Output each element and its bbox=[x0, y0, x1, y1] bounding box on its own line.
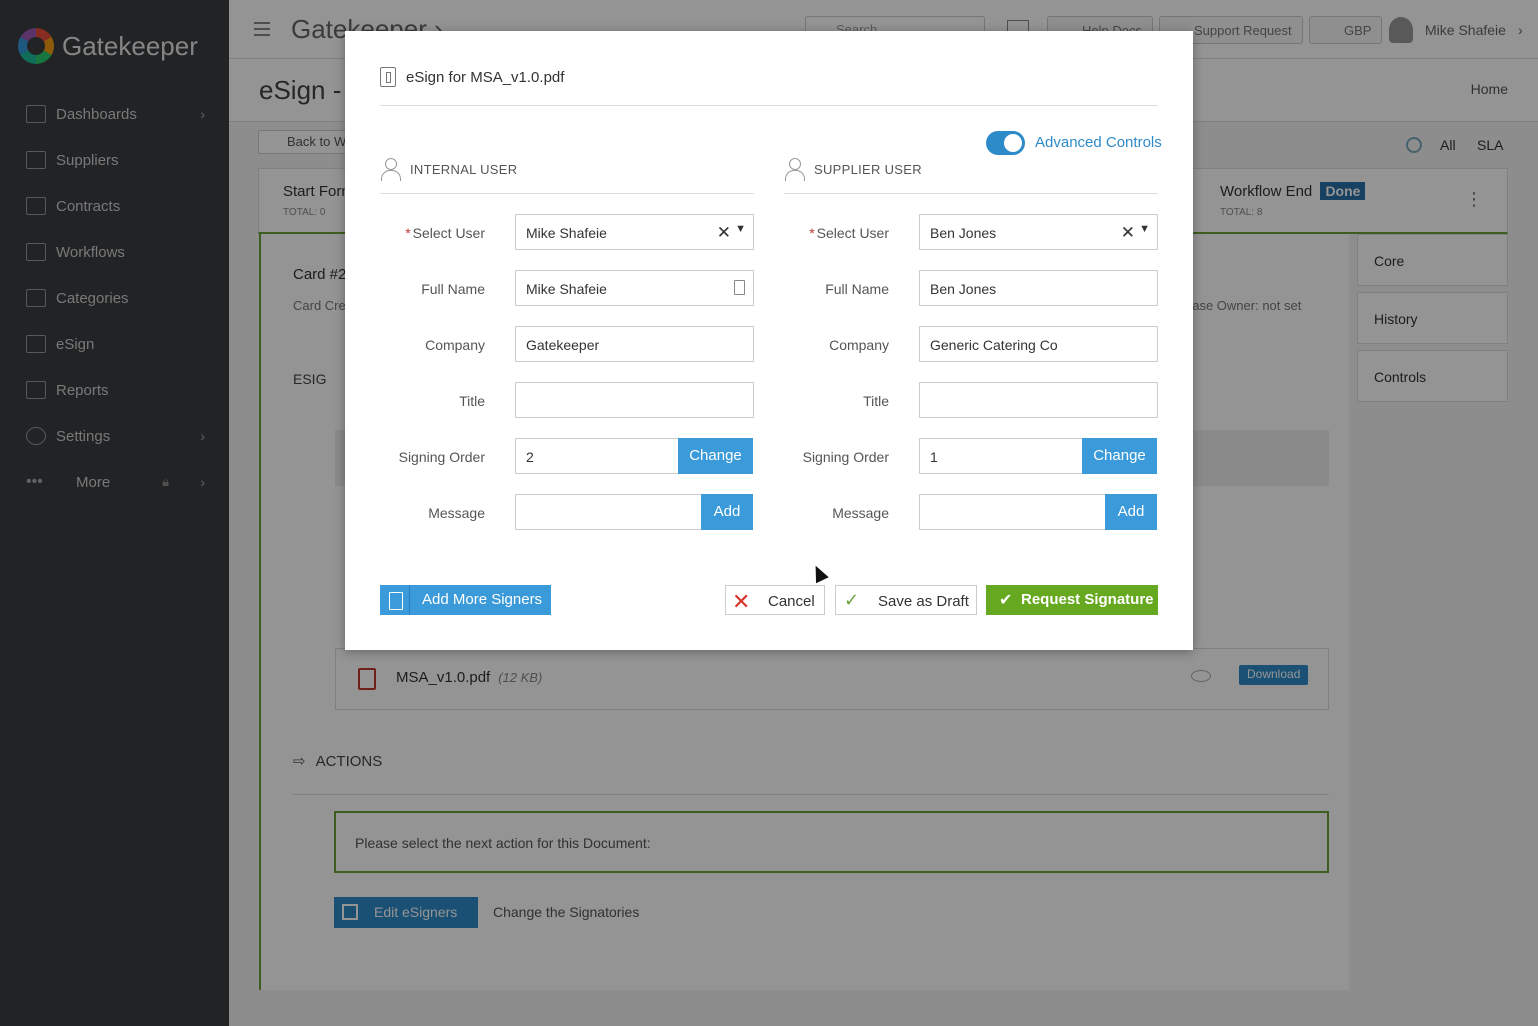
supplier-full-name-field[interactable]: Ben Jones bbox=[919, 270, 1158, 306]
full-name-value: Mike Shafeie bbox=[526, 281, 607, 297]
internal-message-field[interactable] bbox=[515, 494, 702, 530]
select-user-label-text: Select User bbox=[816, 225, 889, 241]
user-icon bbox=[784, 157, 805, 181]
chevron-down-icon[interactable]: ▼ bbox=[1139, 223, 1150, 235]
toggle-knob bbox=[1004, 134, 1022, 152]
title-label: Title bbox=[863, 393, 889, 409]
full-name-label: Full Name bbox=[421, 281, 485, 297]
internal-company-field[interactable]: Gatekeeper bbox=[515, 326, 754, 362]
supplier-add-message-button[interactable]: Add bbox=[1105, 494, 1157, 530]
clear-icon[interactable]: ✕ bbox=[1121, 223, 1135, 243]
supplier-user-label: SUPPLIER USER bbox=[814, 161, 922, 177]
supplier-change-order-button[interactable]: Change bbox=[1082, 438, 1157, 474]
internal-user-heading: INTERNAL USER bbox=[380, 157, 517, 181]
required-marker: * bbox=[405, 225, 411, 241]
divider bbox=[784, 193, 1158, 194]
full-name-label: Full Name bbox=[825, 281, 889, 297]
close-icon: ✕ bbox=[732, 589, 751, 614]
signing-order-label: Signing Order bbox=[398, 449, 485, 465]
select-user-label: * Select User bbox=[355, 225, 485, 241]
company-label: Company bbox=[829, 337, 889, 353]
modal-title: eSign for MSA_v1.0.pdf bbox=[406, 68, 565, 86]
internal-change-order-button[interactable]: Change bbox=[678, 438, 753, 474]
divider bbox=[380, 105, 1158, 106]
check-icon: ✔ bbox=[999, 592, 1013, 609]
check-icon: ✓ bbox=[844, 590, 860, 610]
chevron-down-icon[interactable]: ▼ bbox=[735, 223, 746, 235]
message-label: Message bbox=[832, 505, 889, 521]
esign-modal: eSign for MSA_v1.0.pdf Advanced Controls… bbox=[345, 31, 1193, 650]
message-label: Message bbox=[428, 505, 485, 521]
save-draft-label: Save as Draft bbox=[878, 593, 969, 610]
request-signature-label: Request Signature bbox=[1021, 591, 1154, 608]
cancel-button[interactable]: ✕ Cancel bbox=[725, 585, 825, 615]
select-user-label-text: Select User bbox=[412, 225, 485, 241]
internal-title-field[interactable] bbox=[515, 382, 754, 418]
add-signer-icon bbox=[380, 585, 410, 615]
advanced-controls-label[interactable]: Advanced Controls bbox=[1035, 134, 1162, 151]
supplier-title-field[interactable] bbox=[919, 382, 1158, 418]
user-icon bbox=[380, 157, 401, 181]
save-draft-button[interactable]: ✓ Save as Draft bbox=[835, 585, 977, 615]
document-icon bbox=[380, 67, 396, 87]
contact-card-icon bbox=[734, 280, 745, 295]
company-label: Company bbox=[425, 337, 485, 353]
request-signature-button[interactable]: ✔ Request Signature bbox=[986, 585, 1158, 615]
modal-header: eSign for MSA_v1.0.pdf bbox=[380, 67, 564, 87]
add-more-signers-label: Add More Signers bbox=[422, 591, 543, 608]
required-marker: * bbox=[809, 225, 815, 241]
supplier-user-select[interactable]: Ben Jones ✕ ▼ bbox=[919, 214, 1158, 250]
internal-add-message-button[interactable]: Add bbox=[701, 494, 753, 530]
add-more-signers-button[interactable]: Add More Signers bbox=[380, 585, 551, 615]
internal-user-label: INTERNAL USER bbox=[410, 161, 518, 177]
divider bbox=[380, 193, 754, 194]
internal-user-select[interactable]: Mike Shafeie ✕ ▼ bbox=[515, 214, 754, 250]
signing-order-label: Signing Order bbox=[802, 449, 889, 465]
internal-full-name-field[interactable]: Mike Shafeie bbox=[515, 270, 754, 306]
clear-icon[interactable]: ✕ bbox=[717, 223, 731, 243]
internal-signing-order-field[interactable]: 2 bbox=[515, 438, 679, 474]
select-user-value: Mike Shafeie bbox=[526, 225, 607, 241]
supplier-message-field[interactable] bbox=[919, 494, 1106, 530]
supplier-signing-order-field[interactable]: 1 bbox=[919, 438, 1083, 474]
supplier-company-field[interactable]: Generic Catering Co bbox=[919, 326, 1158, 362]
title-label: Title bbox=[459, 393, 485, 409]
select-user-label: * Select User bbox=[759, 225, 889, 241]
advanced-controls-toggle[interactable] bbox=[986, 131, 1025, 155]
supplier-user-heading: SUPPLIER USER bbox=[784, 157, 922, 181]
cancel-label: Cancel bbox=[768, 593, 815, 610]
select-user-value: Ben Jones bbox=[930, 225, 997, 241]
